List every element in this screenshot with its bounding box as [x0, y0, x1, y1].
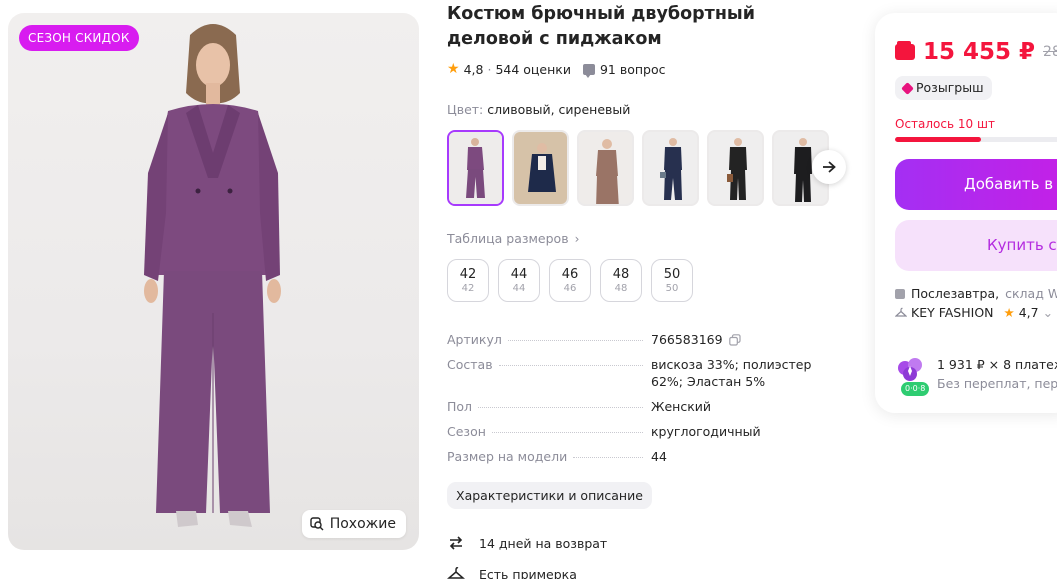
size-option[interactable]: 50 50: [651, 259, 693, 302]
spec-row-composition: Состав вискоза 33%; полиэстер 62%; Эласт…: [447, 356, 847, 390]
spec-key: Сезон: [447, 424, 486, 439]
package-icon: [895, 288, 905, 299]
fitting-info: Есть примерка: [447, 565, 577, 579]
fitting-text: Есть примерка: [479, 566, 577, 579]
size-main: 50: [663, 266, 681, 282]
buy-card: 15 455 ₽ 28 2 Розыгрыш Осталось 10 шт До…: [875, 13, 1057, 413]
model-in-suit-image: [144, 24, 281, 527]
color-thumb-black[interactable]: [707, 130, 764, 206]
spec-value: круглогодичный: [651, 424, 761, 439]
color-thumb-beige[interactable]: [577, 130, 634, 206]
return-arrows-icon: [449, 536, 463, 550]
size-main: 42: [459, 266, 477, 282]
size-table-link[interactable]: Таблица размеров ›: [447, 231, 579, 246]
spec-row-article: Артикул 766583169: [447, 331, 847, 348]
wallet-icon: [895, 41, 915, 60]
copy-icon[interactable]: [728, 333, 741, 346]
similar-label: Похожие: [329, 516, 396, 532]
chevron-down-icon: ⌄: [1042, 305, 1054, 320]
rating-row[interactable]: ★ 4,8 · 544 оценки 91 вопрос: [447, 61, 666, 78]
installment-note: Без переплат, пер: [937, 376, 1057, 391]
spec-row-season: Сезон круглогодичный: [447, 423, 847, 440]
add-to-cart-button[interactable]: Добавить в: [895, 159, 1057, 210]
size-sub: 48: [614, 282, 628, 294]
stock-progress-bar: [895, 137, 1057, 142]
delivery-date: Послезавтра,: [911, 286, 1000, 301]
color-thumbnails: [447, 130, 829, 206]
reviews-link[interactable]: 544 оценки: [495, 62, 571, 77]
delivery-place: склад WB: [1005, 286, 1057, 301]
color-thumb-navy[interactable]: [512, 130, 569, 206]
spec-value: 766583169: [651, 332, 723, 347]
seller-star-icon: ★: [1003, 305, 1015, 320]
size-option[interactable]: 44 44: [498, 259, 540, 302]
rating-separator: ·: [487, 61, 492, 77]
diamond-icon: [901, 81, 914, 95]
color-value: сливовый, сиреневый: [487, 102, 631, 117]
installment-badge: 0·0·8: [901, 382, 930, 396]
arrow-right-icon: [823, 161, 836, 173]
buy-now-button[interactable]: Купить с: [895, 220, 1057, 271]
return-policy: 14 дней на возврат: [447, 534, 607, 552]
seller-hanger-icon: [895, 307, 907, 317]
size-sub: 42: [461, 282, 475, 294]
spec-key: Пол: [447, 399, 473, 414]
stock-left: Осталось 10 шт: [895, 117, 995, 131]
spec-value: Женский: [651, 399, 711, 414]
chevron-right-icon: ›: [574, 231, 580, 246]
questions-link[interactable]: 91 вопрос: [600, 62, 666, 77]
installment-offer[interactable]: 0·0·8 1 931 ₽ × 8 платеж Без переплат, п…: [895, 356, 1057, 396]
product-main-photo[interactable]: СЕЗОН СКИДОК Похожие: [8, 13, 419, 550]
spec-key: Артикул: [447, 332, 502, 347]
size-sub: 46: [563, 282, 577, 294]
color-thumb-plum[interactable]: [447, 130, 504, 206]
star-icon: ★: [447, 61, 460, 77]
rating-value: 4,8: [463, 61, 484, 77]
season-sale-badge: СЕЗОН СКИДОК: [19, 25, 139, 51]
size-main: 46: [561, 266, 579, 282]
size-main: 44: [510, 266, 528, 282]
spec-row-gender: Пол Женский: [447, 398, 847, 415]
size-table-label: Таблица размеров: [447, 231, 569, 246]
size-sub: 50: [665, 282, 679, 294]
color-label: Цвет:: [447, 102, 484, 117]
size-option[interactable]: 48 48: [600, 259, 642, 302]
seller-info[interactable]: KEY FASHION ★ 4,7 ⌄: [895, 305, 1053, 320]
spec-key: Состав: [447, 357, 493, 372]
thumbnails-next-button[interactable]: [812, 150, 846, 184]
size-selector: 42 42 44 44 46 46 48 48 50 50: [447, 259, 693, 302]
size-sub: 44: [512, 282, 526, 294]
size-option[interactable]: 46 46: [549, 259, 591, 302]
hanger-icon: [447, 567, 465, 579]
current-price: 15 455 ₽: [923, 39, 1036, 65]
spec-row-model-size: Размер на модели 44: [447, 448, 847, 465]
similar-search-icon: [310, 517, 324, 531]
size-main: 48: [612, 266, 630, 282]
seller-name[interactable]: KEY FASHION: [911, 305, 994, 320]
raffle-label: Розыгрыш: [916, 80, 984, 95]
spec-value: вискоза 33%; полиэстер 62%; Эластан 5%: [651, 357, 812, 389]
product-specs: Артикул 766583169 Состав вискоза 33%; по…: [447, 331, 847, 473]
product-title: Костюм брючный двубортный деловой с пидж…: [447, 4, 756, 49]
color-line: Цвет: сливовый, сиреневый: [447, 102, 630, 117]
return-text: 14 дней на возврат: [479, 535, 608, 551]
seller-rating: 4,7: [1018, 305, 1039, 320]
color-thumb-dark-blue[interactable]: [642, 130, 699, 206]
delivery-info: Послезавтра, склад WB: [895, 286, 1057, 301]
similar-items-button[interactable]: Похожие: [301, 510, 406, 538]
raffle-badge[interactable]: Розыгрыш: [895, 76, 992, 100]
characteristics-button[interactable]: Характеристики и описание: [447, 482, 652, 509]
price-row: 15 455 ₽ 28 2: [895, 39, 1057, 65]
spec-key: Размер на модели: [447, 449, 568, 464]
size-option[interactable]: 42 42: [447, 259, 489, 302]
old-price: 28 2: [1043, 44, 1057, 60]
spec-value: 44: [651, 449, 667, 464]
installment-icon: 0·0·8: [895, 356, 930, 396]
installment-amount: 1 931 ₽ × 8 платеж: [937, 357, 1057, 372]
question-bubble-icon: [582, 63, 595, 78]
stock-progress-fill: [895, 137, 982, 142]
